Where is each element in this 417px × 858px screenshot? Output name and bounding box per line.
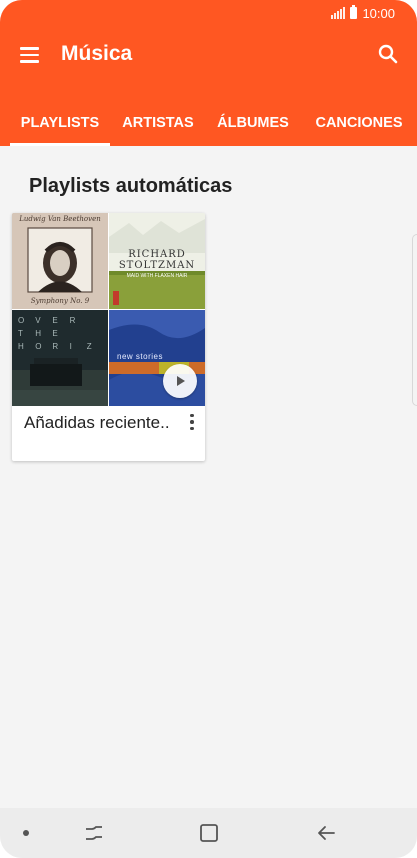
album-art-collage: Ludwig Van Beethoven Symphony No. 9 RICH… [12,213,205,406]
play-icon [177,376,185,386]
phone-screen: 10:00 Música PLAYLISTS ARTISTAS ÁLBUMES [0,0,417,858]
recents-icon [86,826,102,840]
stoltzman-line1: RICHARD [128,249,186,260]
menu-icon [19,47,39,50]
playlist-card[interactable]: Ludwig Van Beethoven Symphony No. 9 RICH… [12,213,205,461]
battery-icon [350,5,358,19]
horizon-letter: T [18,329,24,338]
horizon-letter: O [35,342,43,351]
nav-dot-indicator [23,830,29,836]
stories-title: new stories [117,352,163,361]
tab-label: ARTISTAS [122,115,194,131]
tab-selected-indicator [10,143,110,146]
tab-bar: PLAYLISTS ARTISTAS ÁLBUMES CANCIONES [0,100,417,146]
status-icons: 10:00 [331,5,395,21]
more-vert-icon [190,413,194,418]
status-time: 10:00 [362,5,395,21]
beethoven-portrait-image [12,213,108,309]
home-icon [200,824,218,842]
search-icon [378,44,398,64]
back-button[interactable] [314,821,338,845]
search-button[interactable] [371,38,405,72]
album-cover-over-the-horizon: O V E R T H E H O R I Z [12,310,108,406]
section-title: Playlists automáticas [29,175,233,197]
tab-albumes[interactable]: ÁLBUMES [208,100,298,146]
status-bar: 10:00 [0,0,417,26]
horizon-letter: R [52,342,60,351]
signal-icon [331,7,346,19]
tab-playlists[interactable]: PLAYLISTS [10,100,110,146]
play-button[interactable] [163,364,197,398]
horizon-letter: E [52,329,59,338]
back-arrow-icon [318,826,335,840]
horizon-letter: I [69,342,73,351]
app-bar: Música PLAYLISTS ARTISTAS ÁLBUMES CANCIO… [0,26,417,146]
beethoven-subtitle: Symphony No. 9 [30,297,90,305]
stoltzman-line2: STOLTZMAN [118,260,196,271]
tab-label: PLAYLISTS [20,115,100,131]
home-button[interactable] [197,821,221,845]
playlist-name: Añadidas reciente.. [24,413,170,432]
beethoven-title: Ludwig Van Beethoven [19,215,101,223]
app-title: Música [61,42,133,65]
menu-button[interactable] [12,38,46,72]
more-options-button[interactable] [184,411,200,433]
tab-label: CANCIONES [315,115,403,131]
tab-label: ÁLBUMES [217,115,289,131]
horizon-letter: R [69,316,77,325]
horizon-letter: H [35,329,42,338]
horizon-letter: O [18,316,26,325]
stoltzman-line3: MAID WITH FLAXEN HAIR [126,273,188,279]
tab-canciones[interactable]: CANCIONES [306,100,412,146]
tab-artistas[interactable]: ARTISTAS [115,100,201,146]
horizon-letter: H [18,342,25,351]
horizon-letter: V [35,316,42,325]
album-cover-stoltzman: RICHARD STOLTZMAN MAID WITH FLAXEN HAIR [109,213,205,309]
album-cover-beethoven: Ludwig Van Beethoven Symphony No. 9 [12,213,108,309]
horizon-letters: O V E R T H E H O R I Z [18,316,104,351]
recent-apps-button[interactable] [82,821,106,845]
edge-panel-handle[interactable] [412,234,417,406]
horizon-letter: Z [86,342,93,351]
horizon-letter: E [52,316,59,325]
navigation-bar [0,808,417,858]
